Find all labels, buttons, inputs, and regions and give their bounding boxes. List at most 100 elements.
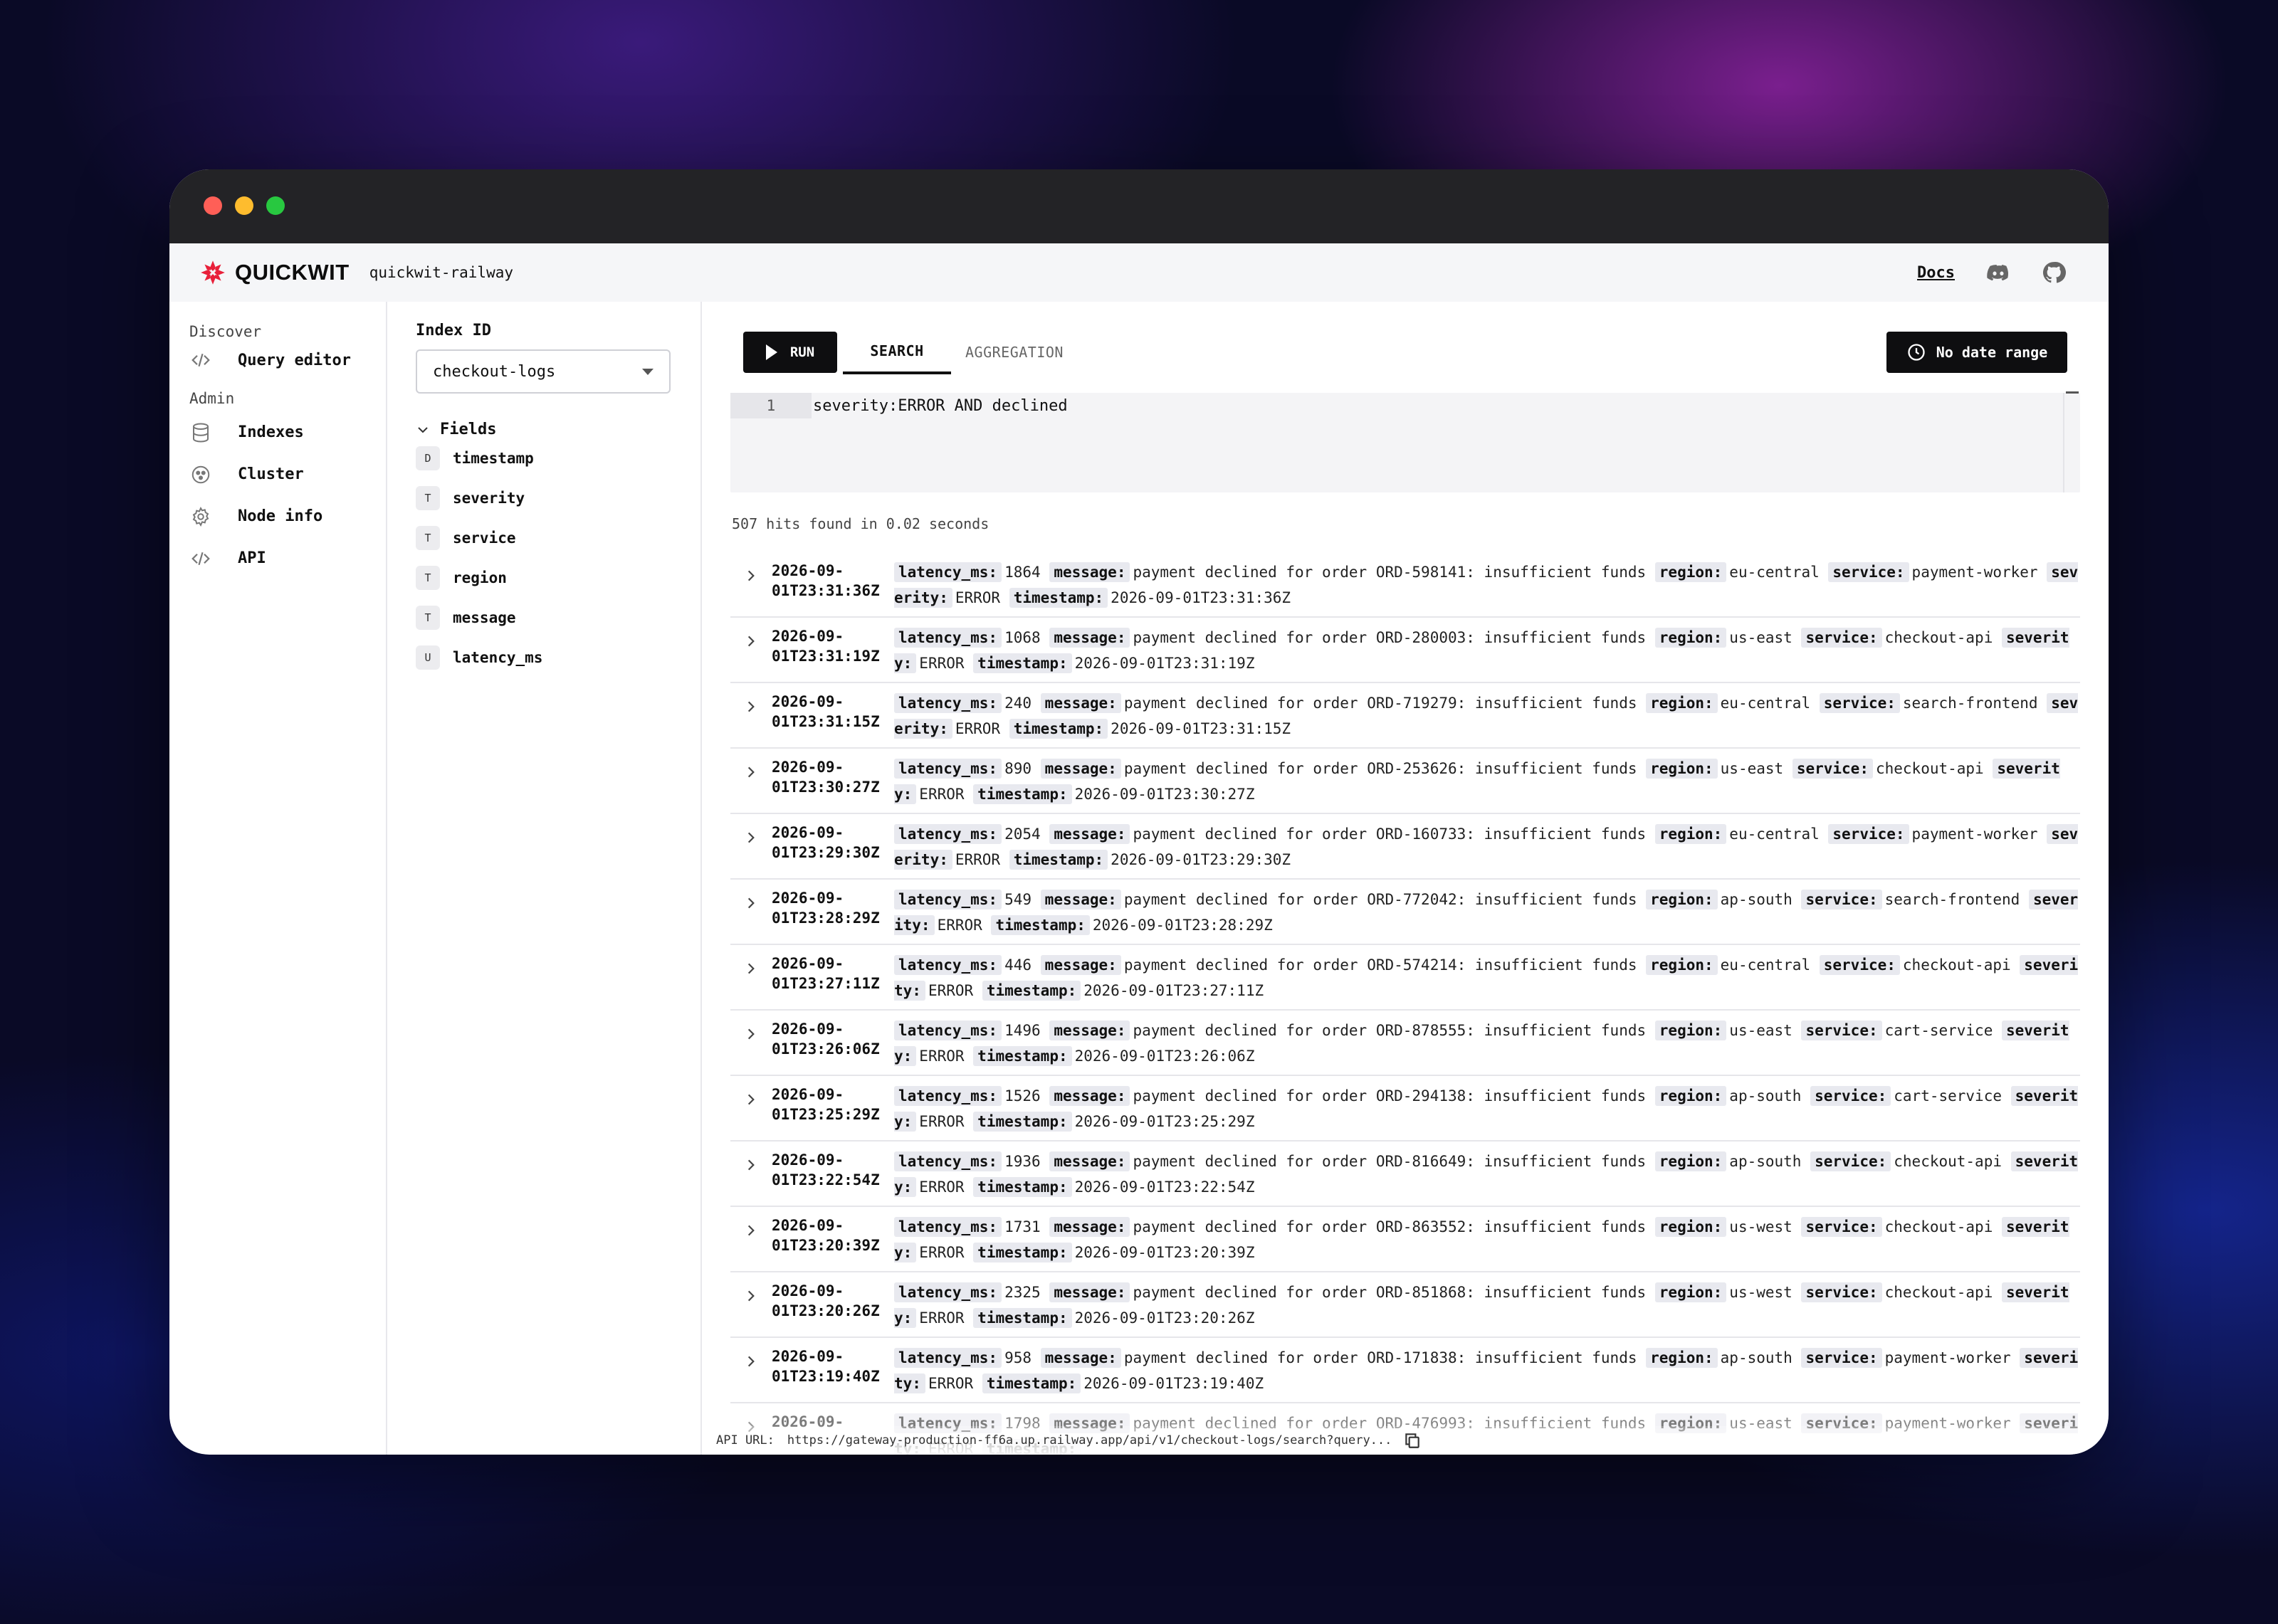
expand-row-button[interactable] [730, 1349, 772, 1402]
result-row[interactable]: 2026-09- 01T23:27:11Z latency_ms: 446 messa… [730, 945, 2080, 1011]
expand-row-button[interactable] [730, 695, 772, 747]
field-key-latency-ms: latency_ms: [894, 1348, 1002, 1368]
field-value-region: us-west [1729, 1218, 1793, 1235]
close-window-button[interactable] [204, 196, 222, 215]
chevron-right-icon [747, 897, 755, 909]
result-row[interactable]: 2026-09- 01T23:31:36Z latency_ms: 1864 mess… [730, 552, 2080, 618]
field-value-service: search-frontend [1884, 891, 2020, 908]
github-icon[interactable] [2042, 260, 2066, 285]
api-url-value[interactable]: https://gateway-production-ff6a.up.railw… [787, 1433, 1392, 1448]
maximize-window-button[interactable] [266, 196, 285, 215]
sidebar-item-query-editor[interactable]: Query editor [169, 344, 386, 376]
cluster-name: quickwit-railway [369, 264, 513, 281]
caret-down-icon [642, 368, 654, 375]
result-document: latency_ms: 2054 message: payment declined… [894, 821, 2080, 878]
expand-row-button[interactable] [730, 1022, 772, 1075]
field-item[interactable]: T message [416, 598, 672, 638]
field-item[interactable]: D timestamp [416, 438, 672, 478]
tab-search[interactable]: SEARCH [843, 330, 951, 374]
sidebar-item-node-info[interactable]: Node info [169, 495, 386, 537]
result-row[interactable]: 2026-09- 01T23:28:29Z latency_ms: 549 messa… [730, 880, 2080, 945]
result-timestamp-date: 2026-09- [772, 1282, 844, 1299]
expand-row-button[interactable] [730, 1153, 772, 1206]
brand-logo[interactable]: QUICKWIT [198, 258, 350, 288]
result-row[interactable]: 2026-09- 01T23:30:27Z latency_ms: 890 messa… [730, 749, 2080, 814]
gear-icon [189, 505, 212, 528]
sidebar-item-api[interactable]: API [169, 537, 386, 579]
result-document: latency_ms: 1496 message: payment declined… [894, 1018, 2080, 1075]
field-value-message: payment declined for order ORD-598141: i… [1133, 564, 1647, 581]
expand-row-button[interactable] [730, 564, 772, 616]
result-row[interactable]: 2026-09- 01T23:31:15Z latency_ms: 240 messa… [730, 683, 2080, 749]
result-timestamp-date: 2026-09- [772, 562, 844, 579]
field-value-region: us-east [1729, 629, 1793, 646]
expand-row-button[interactable] [730, 1087, 772, 1140]
result-row[interactable]: 2026-09- 01T23:29:30Z latency_ms: 2054 mess… [730, 814, 2080, 880]
docs-link[interactable]: Docs [1917, 264, 1955, 282]
sidebar-item-label: Indexes [238, 423, 304, 441]
result-document: latency_ms: 240 message: payment declined … [894, 690, 2080, 747]
result-timestamp-date: 2026-09- [772, 628, 844, 645]
tab-aggregation[interactable]: AGGREGATION [965, 330, 1064, 374]
field-value-region: eu-central [1729, 826, 1820, 843]
field-key-timestamp: timestamp: [973, 784, 1072, 804]
result-timestamp-date: 2026-09- [772, 1217, 844, 1234]
results-list: 2026-09- 01T23:31:36Z latency_ms: 1864 mess… [730, 552, 2080, 1455]
field-key-region: region: [1654, 824, 1727, 844]
chevron-right-icon [747, 1225, 755, 1236]
discord-icon[interactable] [1986, 260, 2010, 285]
field-key-region: region: [1646, 759, 1718, 779]
sidebar-item-cluster[interactable]: Cluster [169, 453, 386, 495]
run-button[interactable]: RUN [743, 332, 837, 373]
line-number: 1 [730, 393, 812, 418]
field-key-region: region: [1654, 628, 1727, 648]
field-value-region: ap-south [1729, 1087, 1802, 1104]
result-row[interactable]: 2026-09- 01T23:20:39Z latency_ms: 1731 mess… [730, 1207, 2080, 1272]
field-item[interactable]: T region [416, 558, 672, 598]
result-document: latency_ms: 1526 message: payment declined… [894, 1083, 2080, 1140]
expand-row-button[interactable] [730, 891, 772, 944]
field-key-timestamp: timestamp: [1009, 719, 1108, 739]
result-timestamp: 2026-09- 01T23:30:27Z [772, 757, 894, 813]
minimize-window-button[interactable] [235, 196, 253, 215]
index-select[interactable]: checkout-logs [416, 349, 671, 394]
field-key-latency-ms: latency_ms: [894, 890, 1002, 909]
copy-icon[interactable] [1403, 1431, 1422, 1450]
result-row[interactable]: 2026-09- 01T23:25:29Z latency_ms: 1526 mess… [730, 1076, 2080, 1141]
field-type-badge: D [416, 446, 440, 470]
field-name: severity [453, 490, 525, 507]
chevron-right-icon [747, 832, 755, 843]
expand-row-button[interactable] [730, 1218, 772, 1271]
expand-row-button[interactable] [730, 956, 772, 1009]
expand-row-button[interactable] [730, 1284, 772, 1336]
field-key-timestamp: timestamp: [973, 1177, 1072, 1197]
result-row[interactable]: 2026-09- 01T23:22:54Z latency_ms: 1936 mess… [730, 1141, 2080, 1207]
fields-toggle[interactable]: Fields [416, 421, 672, 438]
editor-scrollbar[interactable] [2063, 391, 2080, 492]
result-row[interactable]: 2026-09- 01T23:31:19Z latency_ms: 1068 mess… [730, 618, 2080, 683]
field-key-message: message: [1049, 1217, 1130, 1237]
field-value-region: ap-south [1720, 1349, 1793, 1366]
expand-row-button[interactable] [730, 629, 772, 682]
field-value-service: search-frontend [1902, 695, 2038, 712]
result-timestamp-time: 01T23:31:36Z [772, 582, 880, 599]
expand-row-button[interactable] [730, 826, 772, 878]
result-row[interactable]: 2026-09- 01T23:20:26Z latency_ms: 2325 mess… [730, 1272, 2080, 1338]
field-value-latency-ms: 958 [1004, 1349, 1032, 1366]
result-row[interactable]: 2026-09- 01T23:19:40Z latency_ms: 958 messa… [730, 1338, 2080, 1403]
expand-row-button[interactable] [730, 760, 772, 813]
api-url-bar: API URL: https://gateway-production-ff6a… [702, 1426, 2109, 1455]
field-item[interactable]: T severity [416, 478, 672, 518]
result-row[interactable]: 2026-09- 01T23:26:06Z latency_ms: 1496 mess… [730, 1011, 2080, 1076]
date-range-button[interactable]: No date range [1886, 332, 2067, 373]
field-value-message: payment declined for order ORD-863552: i… [1133, 1218, 1647, 1235]
field-item[interactable]: T service [416, 518, 672, 558]
sidebar-item-indexes[interactable]: Indexes [169, 411, 386, 453]
field-key-timestamp: timestamp: [1009, 850, 1108, 870]
query-editor[interactable]: 1 severity:ERROR AND declined [730, 391, 2080, 492]
query-text[interactable]: severity:ERROR AND declined [813, 393, 1068, 418]
field-key-service: service: [1810, 1151, 1891, 1171]
result-timestamp-time: 01T23:25:29Z [772, 1106, 880, 1123]
field-key-latency-ms: latency_ms: [894, 1217, 1002, 1237]
field-item[interactable]: U latency_ms [416, 638, 672, 677]
